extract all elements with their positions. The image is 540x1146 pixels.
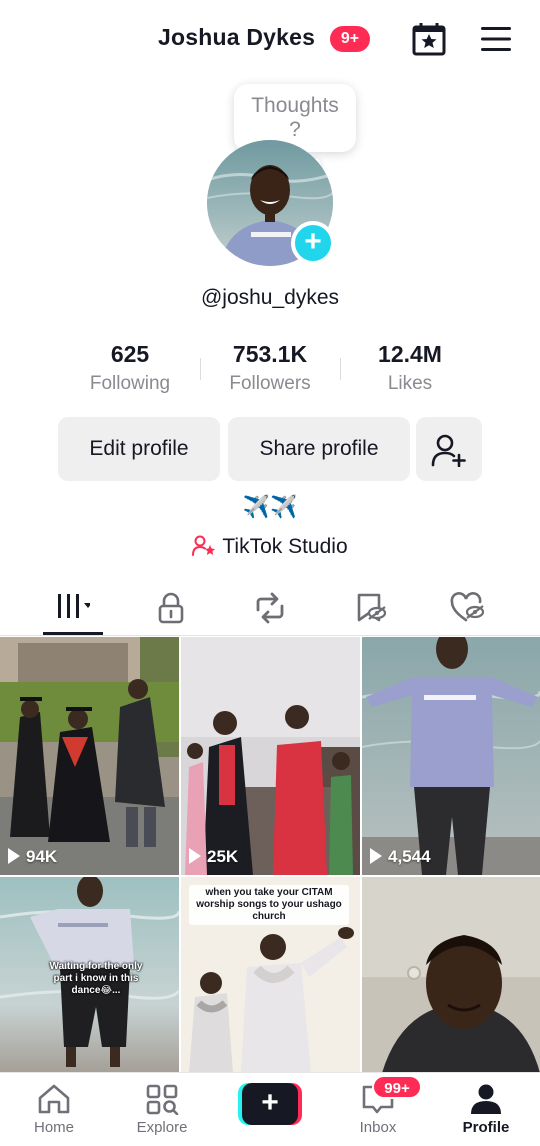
studio-icon	[192, 535, 216, 556]
nav-home[interactable]: Home	[0, 1073, 108, 1146]
stat-likes[interactable]: 12.4M Likes	[340, 340, 480, 395]
nav-home-label: Home	[33, 1119, 74, 1136]
home-icon	[38, 1084, 70, 1114]
add-story-button[interactable]: +	[291, 221, 335, 265]
stat-value: 753.1K	[232, 341, 308, 367]
videos-grid-icon	[58, 594, 90, 618]
profile-tabs	[0, 584, 540, 636]
share-profile-button[interactable]: Share profile	[228, 417, 410, 481]
profile-bio: ✈️✈️	[242, 494, 298, 519]
stat-value: 625	[110, 341, 150, 367]
video-thumbnail[interactable]: 4,544	[362, 637, 540, 875]
add-friend-button[interactable]	[416, 417, 482, 481]
bottom-navigation: Home Explore + Inbox 99+ Profile	[0, 1072, 540, 1146]
nav-inbox-label: Inbox	[359, 1119, 397, 1136]
inbox-badge: 99+	[372, 1075, 422, 1099]
stat-label: Following	[89, 373, 171, 394]
nav-explore[interactable]: Explore	[108, 1073, 216, 1146]
stat-following[interactable]: 625 Following	[60, 340, 200, 395]
add-friend-icon	[431, 434, 466, 467]
stat-label: Likes	[387, 373, 433, 394]
profile-stats: 625 Following 753.1K Followers 12.4M Lik…	[60, 340, 480, 400]
video-caption: Waiting for the only part i know in this…	[49, 961, 143, 996]
profile-handle: @joshu_dykes	[200, 286, 340, 309]
studio-label: TikTok Studio	[222, 535, 348, 558]
tab-videos[interactable]	[0, 584, 108, 636]
stat-value: 12.4M	[378, 341, 442, 367]
calendar-star-icon[interactable]	[411, 21, 447, 57]
nav-profile-label: Profile	[462, 1119, 510, 1136]
nav-profile[interactable]: Profile	[432, 1073, 540, 1146]
profile-icon	[471, 1084, 501, 1114]
liked-icon	[450, 592, 485, 622]
edit-profile-button[interactable]: Edit profile	[58, 417, 220, 481]
video-caption: when you take your CITAM worship songs t…	[189, 885, 349, 925]
repost-icon	[256, 592, 284, 624]
tab-reposts[interactable]	[214, 584, 322, 636]
active-tab-indicator	[43, 632, 103, 635]
tab-private[interactable]	[116, 584, 224, 636]
create-button[interactable]: +	[238, 1083, 302, 1125]
tiktok-studio-link[interactable]: TikTok Studio	[0, 535, 540, 559]
explore-icon	[146, 1084, 179, 1115]
video-thumbnail[interactable]: 25K	[181, 637, 360, 875]
hamburger-menu-icon[interactable]	[479, 24, 513, 54]
tab-favorites[interactable]	[316, 584, 424, 636]
lock-icon	[158, 592, 184, 624]
stat-label: Followers	[229, 373, 311, 394]
notification-badge[interactable]: 9+	[330, 26, 370, 52]
nav-explore-label: Explore	[136, 1119, 188, 1136]
stat-followers[interactable]: 753.1K Followers	[200, 340, 340, 395]
video-thumbnail[interactable]: 94K	[0, 637, 179, 875]
tab-liked[interactable]	[412, 584, 520, 636]
view-count: 94K	[8, 847, 57, 867]
display-name[interactable]: Joshua Dykes	[158, 24, 315, 51]
view-count: 25K	[189, 847, 238, 867]
plus-icon: +	[242, 1083, 298, 1125]
view-count: 4,544	[370, 847, 431, 867]
favorites-icon	[357, 593, 387, 622]
profile-header: Joshua Dykes 9+	[0, 0, 540, 78]
thought-bubble-text: Thoughts ?	[251, 94, 339, 141]
